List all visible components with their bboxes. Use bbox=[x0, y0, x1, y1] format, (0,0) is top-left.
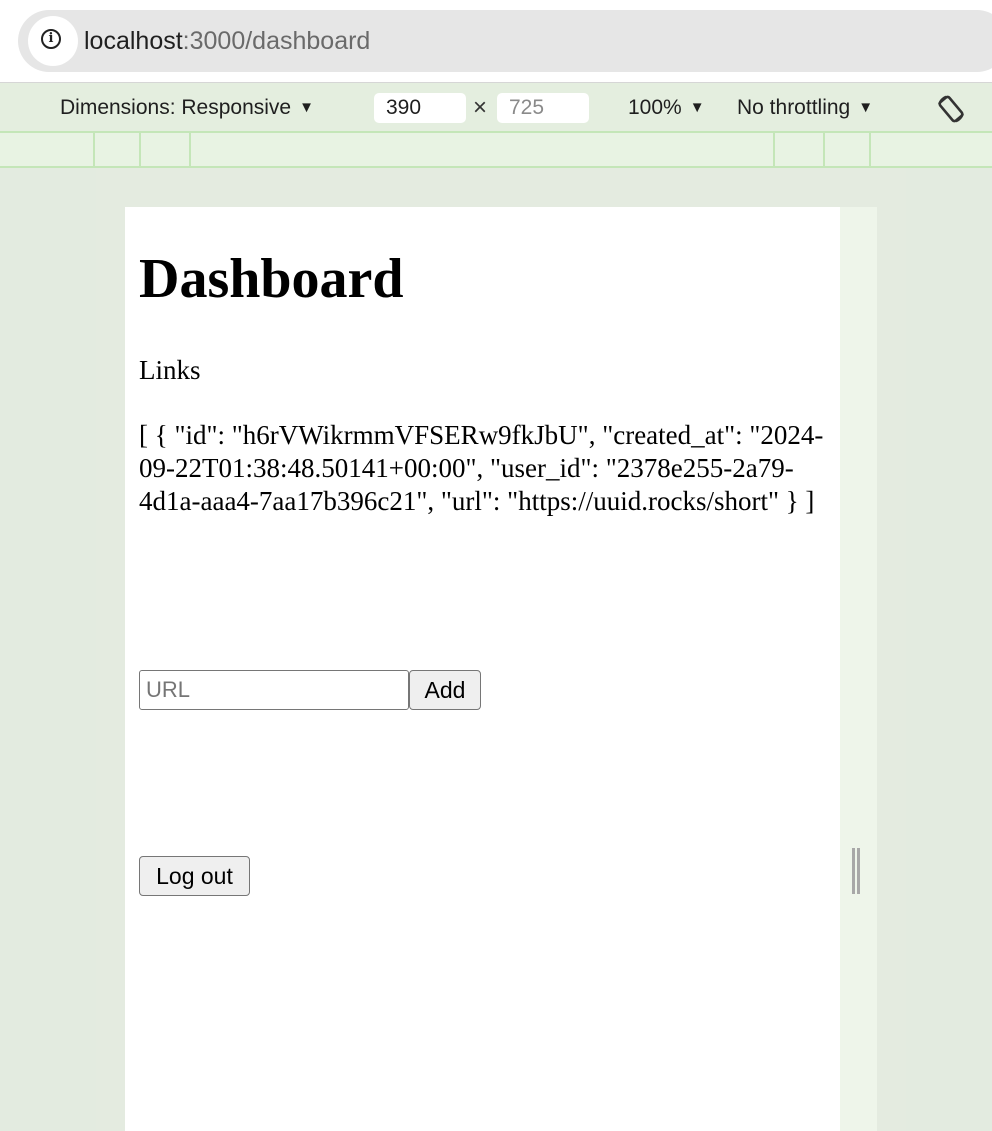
zoom-label: 100% bbox=[628, 96, 682, 119]
dimensions-dropdown[interactable]: Dimensions: Responsive ▼ bbox=[60, 95, 314, 121]
viewport-resize-strip bbox=[840, 207, 877, 1131]
info-icon: i bbox=[41, 29, 61, 49]
caret-down-icon: ▼ bbox=[858, 99, 874, 116]
url-path: :3000/dashboard bbox=[182, 27, 371, 55]
caret-down-icon: ▼ bbox=[689, 99, 705, 116]
breakpoint-marker[interactable] bbox=[869, 133, 871, 168]
dimensions-label: Dimensions: Responsive bbox=[60, 96, 292, 119]
breakpoint-marker[interactable] bbox=[823, 133, 825, 168]
breakpoint-marker[interactable] bbox=[189, 133, 191, 168]
breakpoint-marker[interactable] bbox=[773, 133, 775, 168]
resize-handle[interactable] bbox=[852, 848, 860, 894]
logout-button[interactable]: Log out bbox=[139, 856, 250, 896]
throttling-dropdown[interactable]: No throttling ▼ bbox=[737, 95, 873, 121]
caret-down-icon: ▼ bbox=[299, 99, 314, 116]
url-host: localhost bbox=[84, 27, 183, 55]
zoom-dropdown[interactable]: 100% ▼ bbox=[628, 95, 705, 121]
page-title: Dashboard bbox=[139, 248, 404, 310]
dashboard-page: Dashboard Links [ { "id": "h6rVWikrmmVFS… bbox=[125, 207, 840, 1131]
address-bar[interactable]: i localhost:3000/dashboard bbox=[18, 10, 992, 72]
url-text[interactable]: localhost:3000/dashboard bbox=[84, 25, 370, 57]
breakpoint-bar bbox=[0, 131, 992, 168]
times-separator: × bbox=[473, 94, 488, 121]
throttling-label: No throttling bbox=[737, 96, 851, 119]
links-label: Links bbox=[139, 355, 201, 385]
device-toolbar: Dimensions: Responsive ▼ × 100% ▼ No throt… bbox=[0, 83, 992, 131]
width-input[interactable] bbox=[374, 93, 466, 123]
site-info-button[interactable]: i bbox=[28, 16, 78, 66]
breakpoint-marker[interactable] bbox=[139, 133, 141, 168]
browser-window: i localhost:3000/dashboard Dimensions: R… bbox=[0, 0, 992, 1131]
breakpoint-marker[interactable] bbox=[93, 133, 95, 168]
url-input[interactable] bbox=[139, 670, 409, 710]
links-json: [ { "id": "h6rVWikrmmVFSERw9fkJbU", "cre… bbox=[139, 420, 824, 516]
address-bar-area: i localhost:3000/dashboard bbox=[0, 0, 992, 83]
rotate-icon[interactable] bbox=[934, 92, 968, 126]
height-input[interactable] bbox=[497, 93, 589, 123]
add-button[interactable]: Add bbox=[409, 670, 481, 710]
